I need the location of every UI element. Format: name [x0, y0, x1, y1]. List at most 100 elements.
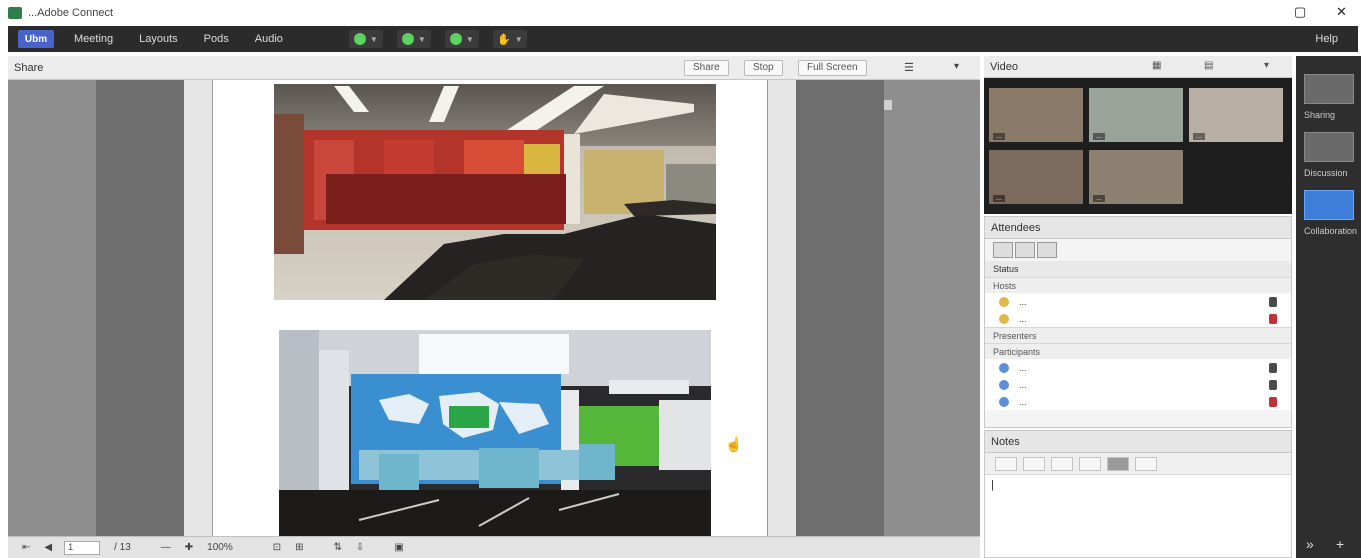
layout-label: Sharing	[1304, 110, 1336, 120]
attendee-row[interactable]: ...	[985, 376, 1291, 393]
font-size-button[interactable]	[1079, 456, 1101, 471]
collapse-layouts-button[interactable]: »	[1306, 536, 1314, 552]
webcam-icon[interactable]: ▼	[444, 30, 479, 48]
attendee-row[interactable]: ...	[985, 310, 1291, 327]
attendee-row[interactable]: ...	[985, 293, 1291, 310]
adobe-connect-window: ...Adobe Connect ▢ ✕ Ubm Meeting Layouts…	[0, 0, 1361, 558]
first-page-icon[interactable]: ⇤	[22, 542, 30, 553]
window-title: ...Adobe Connect	[28, 7, 114, 19]
attendee-name: ...	[1019, 362, 1027, 373]
italic-button[interactable]	[1023, 456, 1045, 471]
grid-view-icon[interactable]: ▦	[1152, 60, 1161, 71]
layout-label: Collaboration	[1304, 226, 1358, 236]
share-pod-title: Share	[14, 61, 44, 74]
pod-options-icon[interactable]: ☰	[904, 61, 914, 74]
screen-icon[interactable]: ▣	[394, 542, 403, 553]
menu-pods[interactable]: Pods	[204, 33, 229, 45]
participant-name: ...	[993, 195, 1005, 202]
stop-button[interactable]: Stop	[744, 60, 783, 76]
group-label: Participants	[993, 346, 1041, 357]
raise-hand-icon[interactable]: ✋ ▼	[492, 30, 527, 48]
zoom-in-icon[interactable]: ✚	[185, 542, 193, 553]
fit-page-icon[interactable]: ⊞	[295, 542, 303, 553]
video-pod-title: Video	[990, 60, 1018, 73]
restore-button[interactable]: ▢	[1294, 4, 1306, 20]
group-label: Presenters	[993, 330, 1037, 341]
attendee-row[interactable]: ...	[985, 393, 1291, 410]
notes-text-area[interactable]: |	[985, 475, 1291, 495]
group-presenters[interactable]: Presenters	[985, 327, 1291, 343]
layout-sharing[interactable]: Sharing	[1304, 74, 1354, 120]
participant-icon	[999, 362, 1009, 373]
help-menu[interactable]: Help	[1315, 33, 1338, 45]
group-label: Hosts	[993, 280, 1017, 291]
video-tile[interactable]: ...	[989, 150, 1083, 204]
share-pod-footer: ⇤ ◀ 1 / 13 — ✚ 100% ⊡ ⊞ ⇅ ⇩ ▣	[8, 536, 980, 558]
layouts-bar: Sharing Discussion Collaboration » +	[1296, 56, 1361, 558]
video-grid: ... ... ... ... ...	[989, 88, 1287, 212]
zoom-out-icon[interactable]: —	[161, 542, 171, 553]
layout-thumbnail	[1304, 132, 1354, 162]
close-button[interactable]: ✕	[1336, 4, 1347, 20]
status-row[interactable]: Status	[985, 261, 1291, 277]
participant-name: ...	[1193, 133, 1205, 140]
status-label: Status	[993, 264, 1019, 274]
video-pod: Video ▦ ▤ ▾ ... ... ... ... ...	[984, 56, 1292, 214]
layout-discussion[interactable]: Discussion	[1304, 132, 1354, 178]
share-button[interactable]: Share	[684, 60, 729, 76]
user-view-button[interactable]	[1037, 242, 1057, 258]
full-screen-button[interactable]: Full Screen	[798, 60, 867, 76]
bold-button[interactable]	[995, 456, 1017, 471]
notes-pod-title: Notes	[991, 435, 1020, 448]
sync-icon[interactable]: ⇅	[334, 542, 342, 553]
fit-width-icon[interactable]: ⊡	[273, 542, 281, 553]
text-color-button[interactable]	[1107, 456, 1129, 471]
page-number-input[interactable]: 1	[64, 540, 101, 555]
attendee-name: ...	[1019, 313, 1027, 324]
hand-cursor-icon: ☝	[725, 436, 743, 452]
list-view-button[interactable]	[993, 242, 1013, 258]
menu-audio[interactable]: Audio	[255, 33, 283, 45]
office-render-photo-2	[279, 330, 711, 536]
scrollbar-thumb[interactable]	[884, 100, 892, 110]
attendee-view-switcher	[985, 239, 1291, 261]
speaker-icon[interactable]: ▼	[348, 30, 383, 48]
share-pod-header: Share Share Stop Full Screen ☰ ▾	[8, 56, 980, 80]
notes-pod-header: Notes	[985, 431, 1291, 453]
menu-meeting[interactable]: Meeting	[74, 33, 113, 45]
zoom-level[interactable]: 100%	[207, 542, 233, 553]
add-layout-button[interactable]: +	[1336, 536, 1344, 552]
pod-menu-icon[interactable]: ▾	[954, 61, 959, 72]
group-hosts[interactable]: Hosts	[985, 277, 1291, 293]
layout-label: Discussion	[1304, 168, 1348, 178]
video-tile[interactable]: ...	[1189, 88, 1283, 142]
microphone-icon	[1269, 296, 1277, 307]
layout-collaboration[interactable]: Collaboration	[1304, 190, 1358, 236]
prev-page-icon[interactable]: ◀	[44, 542, 52, 553]
group-participants[interactable]: Participants	[985, 343, 1291, 359]
office-render-photo-1	[274, 84, 716, 300]
attendees-pod-title: Attendees	[991, 221, 1041, 234]
attendee-row[interactable]: ...	[985, 359, 1291, 376]
underline-button[interactable]	[1051, 456, 1073, 471]
host-icon	[999, 313, 1009, 324]
video-tile[interactable]: ...	[1089, 88, 1183, 142]
pod-menu-icon[interactable]: ▾	[1264, 60, 1269, 71]
notes-toolbar	[985, 453, 1291, 475]
menu-layouts[interactable]: Layouts	[139, 33, 178, 45]
attendees-pod-header: Attendees	[985, 217, 1291, 239]
list-button[interactable]	[1135, 456, 1157, 471]
download-icon[interactable]: ⇩	[356, 542, 364, 553]
participant-name: ...	[1093, 195, 1105, 202]
document-viewer[interactable]: ☝	[8, 80, 980, 536]
video-tile[interactable]: ...	[989, 88, 1083, 142]
participant-name: ...	[1093, 133, 1105, 140]
microphone-icon[interactable]: ▼	[396, 30, 431, 48]
attendee-name: ...	[1019, 296, 1027, 307]
layout-thumbnail	[1304, 190, 1354, 220]
viewer-margin-left	[96, 80, 184, 536]
menu-bar: Ubm Meeting Layouts Pods Audio ▼ ▼ ▼ ✋ ▼ …	[8, 26, 1358, 52]
video-tile[interactable]: ...	[1089, 150, 1183, 204]
grid-view-button[interactable]	[1015, 242, 1035, 258]
filmstrip-view-icon[interactable]: ▤	[1204, 60, 1213, 71]
